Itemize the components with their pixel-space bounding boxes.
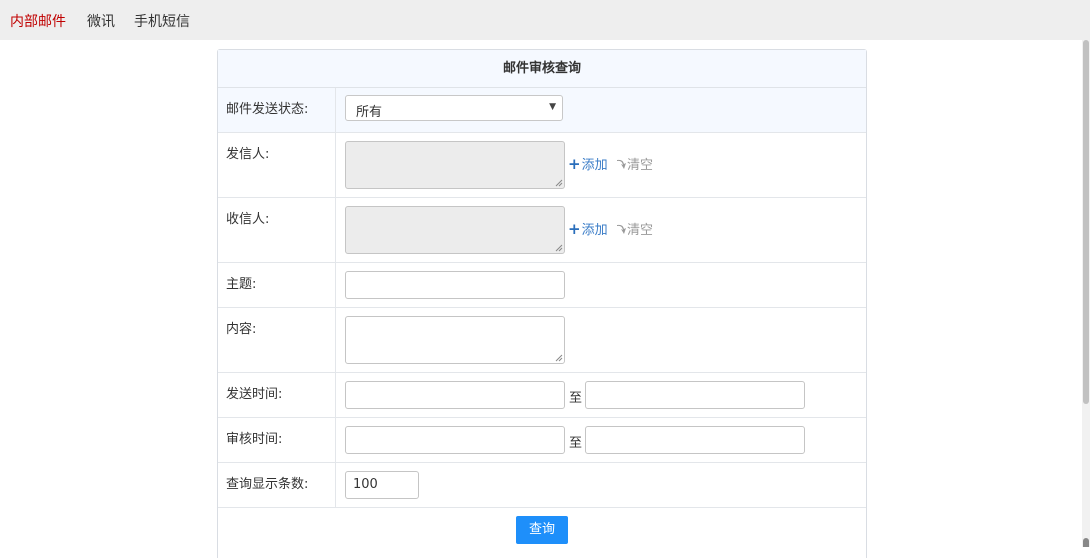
tab-sms[interactable]: 手机短信 (134, 11, 190, 31)
status-select[interactable]: 所有 ▼ (345, 95, 563, 121)
count-row: 查询显示条数: 100 (218, 463, 866, 508)
subject-row: 主题: (218, 263, 866, 308)
sender-clear-label: 清空 (627, 158, 654, 173)
resize-grip-icon[interactable] (555, 354, 563, 362)
subject-label: 主题: (218, 263, 336, 307)
form-title: 邮件审核查询 (218, 50, 866, 88)
sender-label: 发信人: (218, 133, 336, 197)
send-time-from-input[interactable] (345, 381, 565, 409)
resize-grip-icon[interactable] (555, 179, 563, 187)
query-button[interactable]: 查询 (516, 516, 568, 544)
content-textarea[interactable] (345, 316, 565, 364)
audit-time-from-input[interactable] (345, 426, 565, 454)
button-row: 查询 (218, 508, 866, 558)
scrollbar-thumb[interactable] (1083, 40, 1089, 404)
status-select-value: 所有 (356, 105, 383, 120)
count-input[interactable]: 100 (345, 471, 419, 499)
curved-arrow-icon (617, 224, 626, 234)
audit-time-to-input[interactable] (585, 426, 805, 454)
receiver-add-label: 添加 (581, 223, 608, 238)
sender-clear-link[interactable]: 清空 (615, 154, 653, 173)
plus-icon: + (568, 220, 581, 238)
scrollbar-knob[interactable] (1083, 538, 1089, 547)
send-time-label: 发送时间: (218, 373, 336, 417)
sender-row: 发信人: +添加 清空 (218, 133, 866, 198)
content-label: 内容: (218, 308, 336, 372)
tab-weixun[interactable]: 微讯 (87, 11, 115, 31)
tab-internal-mail[interactable]: 内部邮件 (10, 11, 66, 31)
plus-icon: + (568, 155, 581, 173)
receiver-clear-label: 清空 (627, 223, 654, 238)
send-time-to-input[interactable] (585, 381, 805, 409)
receiver-label: 收信人: (218, 198, 336, 262)
send-time-row: 发送时间: 至 (218, 373, 866, 418)
receiver-row: 收信人: +添加 清空 (218, 198, 866, 263)
send-time-to-label: 至 (569, 391, 583, 406)
top-tab-bar: 内部邮件 微讯 手机短信 (0, 0, 1090, 40)
caret-down-icon: ▼ (549, 102, 556, 112)
sender-textarea[interactable] (345, 141, 565, 189)
content-row: 内容: (218, 308, 866, 373)
resize-grip-icon[interactable] (555, 244, 563, 252)
audit-time-row: 审核时间: 至 (218, 418, 866, 463)
vertical-scrollbar[interactable] (1082, 40, 1090, 547)
receiver-clear-link[interactable]: 清空 (615, 219, 653, 238)
sender-add-label: 添加 (581, 158, 608, 173)
sender-add-link[interactable]: +添加 (568, 154, 608, 173)
status-row: 邮件发送状态: 所有 ▼ (218, 88, 866, 133)
count-label: 查询显示条数: (218, 463, 336, 507)
receiver-textarea[interactable] (345, 206, 565, 254)
audit-time-to-label: 至 (569, 436, 583, 451)
curved-arrow-icon (617, 159, 626, 169)
status-label: 邮件发送状态: (218, 88, 336, 132)
receiver-add-link[interactable]: +添加 (568, 219, 608, 238)
subject-input[interactable] (345, 271, 565, 299)
mail-audit-query-form: 邮件审核查询 邮件发送状态: 所有 ▼ 发信人: +添加 清空 收信人: +添加… (217, 49, 867, 558)
audit-time-label: 审核时间: (218, 418, 336, 462)
